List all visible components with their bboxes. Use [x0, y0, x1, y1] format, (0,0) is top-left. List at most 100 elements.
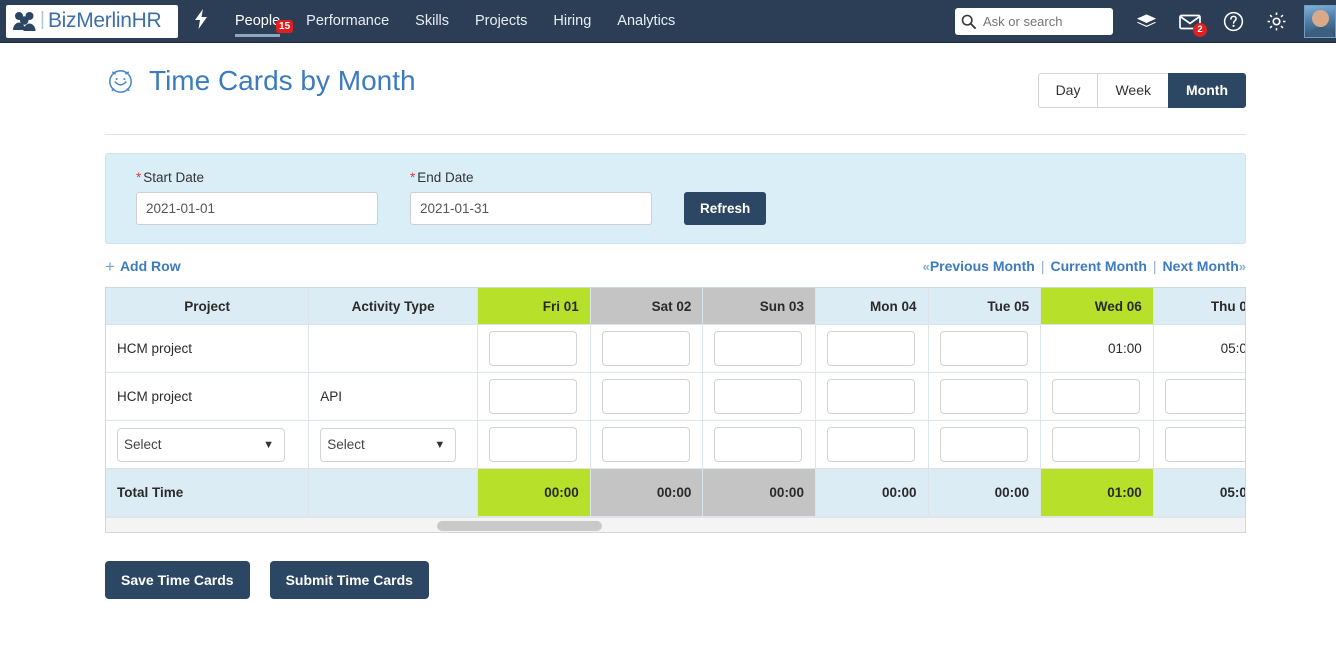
row-activity-2: API — [309, 373, 478, 421]
row-project-2: HCM project — [106, 373, 309, 421]
hour-input-r3-tue05[interactable] — [940, 427, 1028, 462]
hour-cell-r1-sat02 — [590, 325, 703, 373]
col-header-sun-03[interactable]: Sun 03 — [703, 288, 816, 325]
start-date-label-text: Start Date — [143, 170, 204, 185]
hour-input-r2-fri01[interactable] — [489, 379, 577, 414]
nav-item-projects[interactable]: Projects — [462, 0, 540, 43]
row-project-select-cell: Select ▼ — [106, 421, 309, 469]
add-row-button[interactable]: + Add Row — [105, 258, 181, 275]
view-toggle-week[interactable]: Week — [1097, 73, 1169, 108]
hour-input-r2-tue05[interactable] — [940, 379, 1028, 414]
start-date-input[interactable] — [136, 192, 378, 225]
nav-label-analytics: Analytics — [617, 13, 675, 29]
horizontal-scrollbar[interactable] — [106, 517, 1245, 532]
hour-input-r1-sun03[interactable] — [714, 331, 802, 366]
start-date-field: *Start Date — [136, 170, 378, 225]
hour-input-r3-sun03[interactable] — [714, 427, 802, 462]
hour-cell-r2-mon04 — [815, 373, 928, 421]
hour-input-r1-fri01[interactable] — [489, 331, 577, 366]
col-header-wed-06[interactable]: Wed 06 — [1041, 288, 1154, 325]
table-row: HCM project 01:00 05:00 44:0 — [106, 325, 1246, 373]
nav-item-skills[interactable]: Skills — [402, 0, 462, 43]
hour-value-r1-wed06: 01:00 — [1041, 325, 1154, 373]
hour-input-r2-wed06[interactable] — [1052, 379, 1140, 414]
footer-total-sun03: 00:00 — [703, 469, 816, 517]
time-card-table-wrap: Project Activity Type Fri 01 Sat 02 Sun … — [105, 287, 1246, 534]
settings-gear-icon[interactable] — [1266, 11, 1287, 32]
scrollbar-thumb[interactable] — [437, 521, 602, 531]
brand-logo[interactable]: | BizMerlinHR — [6, 5, 178, 38]
hour-cell-r3-wed06 — [1041, 421, 1154, 469]
hour-input-r3-sat02[interactable] — [602, 427, 690, 462]
hour-cell-r3-sat02 — [590, 421, 703, 469]
page-title: Time Cards by Month — [149, 67, 416, 95]
hour-input-r2-thu07[interactable] — [1165, 379, 1246, 414]
nav-item-hiring[interactable]: Hiring — [540, 0, 604, 43]
row-project-1: HCM project — [106, 325, 309, 373]
col-header-sat-02[interactable]: Sat 02 — [590, 288, 703, 325]
hour-input-r2-sat02[interactable] — [602, 379, 690, 414]
navbar-right-group: 2 — [955, 0, 1336, 43]
hour-input-r1-mon04[interactable] — [827, 331, 915, 366]
hour-cell-r1-fri01 — [478, 325, 591, 373]
current-month-link[interactable]: Current Month — [1050, 258, 1146, 274]
hour-input-r1-tue05[interactable] — [940, 331, 1028, 366]
col-header-tue-05[interactable]: Tue 05 — [928, 288, 1041, 325]
view-toggle-day[interactable]: Day — [1038, 73, 1099, 108]
user-avatar[interactable] — [1304, 5, 1336, 38]
logo-text: BizMerlinHR — [48, 9, 161, 33]
hour-cell-r2-fri01 — [478, 373, 591, 421]
add-row-label: Add Row — [120, 258, 181, 274]
col-header-thu-07[interactable]: Thu 07 — [1153, 288, 1246, 325]
search-input[interactable] — [981, 13, 1107, 30]
end-date-field: *End Date — [410, 170, 652, 225]
activity-select[interactable]: Select — [320, 428, 456, 462]
hour-input-r2-mon04[interactable] — [827, 379, 915, 414]
table-header: Project Activity Type Fri 01 Sat 02 Sun … — [106, 288, 1246, 325]
header-divider — [105, 134, 1246, 135]
col-header-project[interactable]: Project — [106, 288, 309, 325]
messages-icon[interactable]: 2 — [1179, 14, 1201, 30]
next-month-link[interactable]: Next Month — [1163, 258, 1239, 274]
hour-value-r1-thu07[interactable]: 05:00 — [1153, 325, 1246, 373]
col-header-fri-01[interactable]: Fri 01 — [478, 288, 591, 325]
top-navbar: | BizMerlinHR People 15 Performance Skil… — [0, 0, 1336, 43]
help-icon[interactable] — [1223, 11, 1244, 32]
hour-input-r3-fri01[interactable] — [489, 427, 577, 462]
save-time-cards-button[interactable]: Save Time Cards — [105, 561, 250, 599]
project-select[interactable]: Select — [117, 428, 285, 462]
col-header-activity-type[interactable]: Activity Type — [309, 288, 478, 325]
footer-total-thu07: 05:00 — [1153, 469, 1246, 517]
date-filter-panel: *Start Date *End Date Refresh — [105, 153, 1246, 244]
bolt-icon[interactable] — [194, 9, 208, 33]
bolt-glyph — [194, 9, 208, 29]
search-box[interactable] — [955, 8, 1113, 35]
search-icon — [961, 14, 976, 29]
nav-item-analytics[interactable]: Analytics — [604, 0, 688, 43]
hour-input-r1-sat02[interactable] — [602, 331, 690, 366]
nav-item-performance[interactable]: Performance — [293, 0, 402, 43]
next-chevron-icon: » — [1239, 259, 1246, 274]
view-toggle-month[interactable]: Month — [1168, 73, 1246, 108]
nav-item-people[interactable]: People 15 — [222, 0, 293, 43]
start-date-label: *Start Date — [136, 170, 378, 185]
hour-input-r3-mon04[interactable] — [827, 427, 915, 462]
resources-stack-icon[interactable] — [1136, 13, 1157, 31]
hour-cell-r1-tue05 — [928, 325, 1041, 373]
hour-input-r3-thu07[interactable] — [1165, 427, 1246, 462]
hour-cell-r3-mon04 — [815, 421, 928, 469]
previous-month-link[interactable]: Previous Month — [930, 258, 1035, 274]
col-header-mon-04[interactable]: Mon 04 — [815, 288, 928, 325]
hour-input-r2-sun03[interactable] — [714, 379, 802, 414]
end-date-input[interactable] — [410, 192, 652, 225]
project-select-wrap: Select ▼ — [117, 428, 285, 462]
logo-separator: | — [40, 9, 45, 31]
table-row: Select ▼ Select ▼ — [106, 421, 1246, 469]
submit-time-cards-button[interactable]: Submit Time Cards — [270, 561, 429, 599]
hour-cell-r1-mon04 — [815, 325, 928, 373]
question-circle-glyph — [1223, 11, 1244, 32]
refresh-button[interactable]: Refresh — [684, 192, 766, 225]
hour-input-r3-wed06[interactable] — [1052, 427, 1140, 462]
alarm-clock-icon — [105, 65, 136, 96]
nav-separator-2: | — [1153, 258, 1157, 274]
